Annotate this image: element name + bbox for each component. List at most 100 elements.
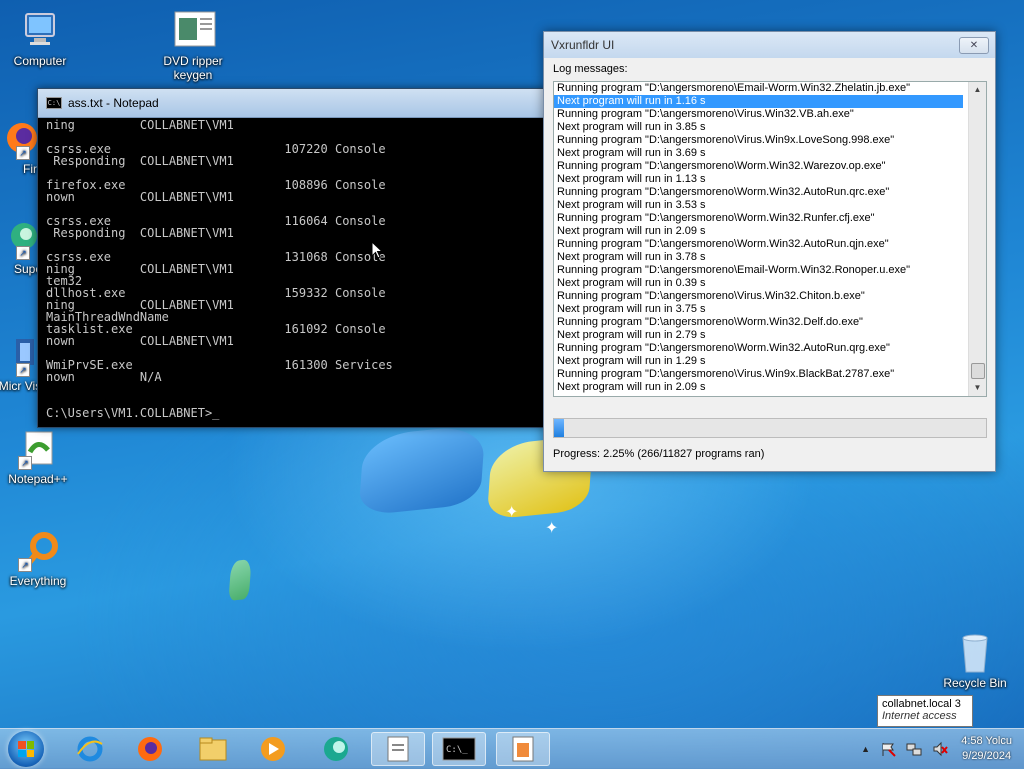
log-item[interactable]: Running program "D:\angersmoreno\Virus.W… — [554, 134, 986, 147]
log-item[interactable]: Next program will run in 1.13 s — [554, 173, 986, 186]
show-hidden-icons-button[interactable]: ▲ — [861, 741, 870, 757]
clock[interactable]: 4:58 Yolcu 9/29/2024 — [961, 734, 1012, 764]
log-item[interactable]: Running program "D:\angersmoreno\Worm.Wi… — [554, 212, 986, 225]
log-item[interactable]: Next program will run in 2.09 s — [554, 381, 986, 394]
progress-text: Progress: 2.25% (266/11827 programs ran) — [553, 448, 765, 460]
log-item[interactable]: Next program will run in 2.79 s — [554, 329, 986, 342]
log-item[interactable]: Running program "D:\angersmoreno\Worm.Wi… — [554, 316, 986, 329]
volume-muted-icon[interactable] — [932, 741, 948, 757]
progress-fill — [554, 419, 564, 437]
log-list[interactable]: Running program "D:\angersmoreno\Email-W… — [553, 81, 987, 397]
console-line: C:\Users\VM1.COLLABNET>_ — [46, 406, 220, 420]
scroll-down-icon[interactable]: ▼ — [969, 380, 986, 396]
log-messages-label: Log messages: — [553, 63, 628, 75]
desktop-icon-recycle-bin[interactable]: Recycle Bin — [935, 632, 1015, 690]
vxrunfldr-window[interactable]: Vxrunfldr UI ✕ Log messages: Running pro… — [543, 31, 996, 472]
wallpaper-sparkle: ✦ — [505, 504, 519, 521]
command-prompt-icon: C:\ — [46, 97, 62, 109]
log-item[interactable]: Running program "D:\angersmoreno\Worm.Wi… — [554, 342, 986, 355]
clock-date: 9/29/2024 — [962, 750, 1012, 762]
window-title: Vxrunfldr UI — [551, 38, 615, 52]
log-item[interactable]: Running program "D:\angersmoreno\Virus.W… — [554, 290, 986, 303]
shortcut-arrow-icon: ↗ — [16, 246, 30, 260]
shortcut-arrow-icon: ↗ — [18, 558, 32, 572]
log-item[interactable]: Running program "D:\angersmoreno\Virus.W… — [554, 108, 986, 121]
desktop-icon-everything[interactable]: ↗ Everything — [0, 530, 78, 588]
visual-studio-icon: ↗ — [0, 335, 38, 377]
wallpaper-flag-green — [228, 559, 252, 601]
window-title: ass.txt - Notepad — [68, 96, 159, 110]
start-button[interactable] — [8, 731, 44, 767]
shortcut-arrow-icon: ↗ — [18, 456, 32, 470]
network-tooltip: collabnet.local 3 Internet access — [877, 695, 973, 727]
magnifier-icon: ↗ — [18, 530, 58, 572]
desktop-icon-computer[interactable]: Computer — [0, 10, 80, 68]
taskbar-media-player[interactable] — [246, 732, 300, 766]
notepad-plus-plus-icon: ↗ — [18, 428, 58, 470]
console-line: ning COLLABNET\VM1 — [46, 262, 234, 276]
window-titlebar[interactable]: C:\ ass.txt - Notepad — [38, 89, 548, 118]
shortcut-arrow-icon: ↗ — [16, 363, 30, 377]
desktop-icon-notepad-plus-plus[interactable]: ↗ Notepad++ — [0, 428, 78, 486]
desktop-icon-label: DVD ripper keygen — [163, 54, 223, 82]
log-item[interactable]: Next program will run in 2.09 s — [554, 225, 986, 238]
log-item[interactable]: Running program "D:\angersmoreno\Email-W… — [554, 82, 986, 95]
scroll-up-icon[interactable]: ▲ — [969, 82, 986, 98]
log-scrollbar[interactable]: ▲ ▼ — [968, 82, 986, 396]
browser-icon — [324, 737, 348, 761]
window-titlebar[interactable]: Vxrunfldr UI — [544, 32, 995, 58]
console-line: ning COLLABNET\VM1 — [46, 119, 234, 132]
log-item[interactable]: Running program "D:\angersmoreno\Email-W… — [554, 264, 986, 277]
tooltip-line: collabnet.local 3 — [882, 698, 961, 710]
close-button[interactable]: ✕ — [959, 37, 989, 54]
log-item[interactable]: Running program "D:\angersmoreno\Virus.W… — [554, 368, 986, 381]
taskbar-firefox[interactable] — [123, 732, 177, 766]
log-item[interactable]: Next program will run in 3.85 s — [554, 121, 986, 134]
firefox-icon: ↗ — [0, 118, 38, 160]
mouse-cursor-icon — [371, 241, 383, 259]
taskbar-internet-explorer[interactable] — [63, 732, 117, 766]
internet-explorer-icon — [77, 736, 103, 762]
shortcut-arrow-icon: ↗ — [16, 146, 30, 160]
log-item[interactable]: Next program will run in 3.78 s — [554, 251, 986, 264]
firefox-icon — [138, 737, 162, 761]
app-icon — [512, 736, 534, 762]
notepad-icon — [387, 736, 409, 762]
network-icon[interactable] — [906, 741, 922, 757]
log-item[interactable]: Next program will run in 1.29 s — [554, 355, 986, 368]
console-line: nown COLLABNET\VM1 — [46, 334, 234, 348]
log-item[interactable]: Next program will run in 1.16 s — [554, 95, 963, 108]
recycle-bin-icon — [955, 632, 995, 673]
log-item[interactable]: Next program will run in 3.69 s — [554, 147, 986, 160]
clock-time: 4:58 Yolcu — [961, 735, 1012, 747]
taskbar-file-explorer[interactable] — [186, 732, 240, 766]
system-tray: ▲ — [861, 741, 948, 757]
taskbar: C:\_ ▲ 4:58 Yolcu 9/29/2024 — [0, 728, 1024, 769]
desktop-icon-dvd-ripper[interactable]: DVD ripper keygen — [153, 10, 233, 82]
windows-logo-icon — [18, 741, 34, 757]
log-item[interactable]: Next program will run in 3.75 s — [554, 303, 986, 316]
taskbar-command-prompt[interactable]: C:\_ — [432, 732, 486, 766]
taskbar-notepad[interactable] — [371, 732, 425, 766]
command-prompt-icon: C:\_ — [442, 737, 476, 761]
taskbar-browser[interactable] — [309, 732, 363, 766]
wallpaper-flag-blue — [358, 423, 486, 517]
progress-bar — [553, 418, 987, 438]
log-item[interactable]: Next program will run in 3.53 s — [554, 199, 986, 212]
log-item[interactable]: Running program "D:\angersmoreno\Worm.Wi… — [554, 238, 986, 251]
log-item[interactable]: Running program "D:\angersmoreno\Worm.Wi… — [554, 160, 986, 173]
console-line: nown COLLABNET\VM1 — [46, 190, 234, 204]
wallpaper-sparkle: ✦ — [545, 520, 559, 537]
notepad-window[interactable]: C:\ ass.txt - Notepad ning COLLABNET\VM1… — [37, 88, 549, 428]
desktop-icon-label: Recycle Bin — [943, 676, 1007, 690]
log-item[interactable]: Next program will run in 0.39 s — [554, 277, 986, 290]
log-item[interactable]: Running program "D:\angersmoreno\Worm.Wi… — [554, 186, 986, 199]
log-lines: Running program "D:\angersmoreno\Email-W… — [554, 82, 986, 394]
desktop-icon-label: Notepad++ — [8, 472, 68, 486]
computer-icon — [20, 10, 60, 50]
console-output[interactable]: ning COLLABNET\VM1 csrss.exe 107220 Cons… — [46, 119, 546, 421]
scroll-thumb[interactable] — [971, 363, 985, 379]
taskbar-app[interactable] — [496, 732, 550, 766]
action-center-flag-icon[interactable] — [880, 741, 896, 757]
